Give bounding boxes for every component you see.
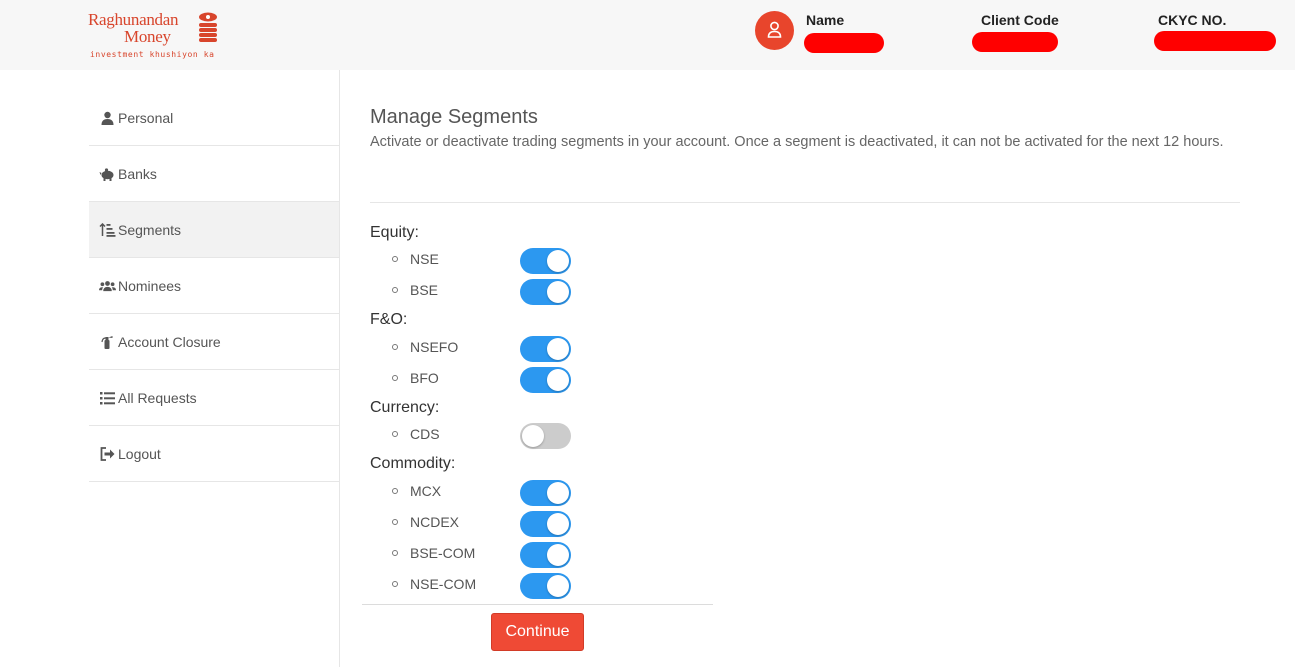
segment-toggle-nse-com[interactable] bbox=[520, 573, 571, 599]
toggle-knob bbox=[547, 338, 569, 360]
segment-label: NSEFO bbox=[410, 339, 459, 355]
group-label-fno: F&O: bbox=[370, 311, 408, 328]
user-icon bbox=[101, 111, 114, 125]
form-footer-divider bbox=[362, 604, 713, 605]
segment-label: CDS bbox=[410, 426, 440, 442]
fire-extinguisher-icon bbox=[101, 335, 113, 349]
sidebar-nav: Personal Banks Segments Nominees Account… bbox=[89, 90, 339, 482]
segment-toggle-ncdex[interactable] bbox=[520, 511, 571, 537]
segment-row-nse-com: NSE-COM bbox=[392, 573, 592, 599]
name-label: Name bbox=[806, 12, 845, 28]
segment-row-bfo: BFO bbox=[392, 367, 592, 393]
segment-toggle-nse[interactable] bbox=[520, 248, 571, 274]
bullet bbox=[392, 519, 398, 525]
segment-toggle-bfo[interactable] bbox=[520, 367, 571, 393]
client-code-label: Client Code bbox=[981, 12, 1059, 28]
name-value-redacted bbox=[804, 33, 884, 53]
bullet bbox=[392, 488, 398, 494]
user-avatar[interactable] bbox=[755, 11, 794, 50]
sidebar-item-banks[interactable]: Banks bbox=[89, 146, 339, 202]
toggle-knob bbox=[522, 425, 544, 447]
user-icon bbox=[767, 21, 782, 38]
sidebar-item-segments[interactable]: Segments bbox=[89, 202, 339, 258]
sidebar-divider bbox=[339, 70, 340, 667]
sidebar-item-account-closure[interactable]: Account Closure bbox=[89, 314, 339, 370]
segment-row-bse: BSE bbox=[392, 279, 592, 305]
sidebar-item-logout[interactable]: Logout bbox=[89, 426, 339, 482]
segment-label: BFO bbox=[410, 370, 439, 386]
sidebar-item-nominees[interactable]: Nominees bbox=[89, 258, 339, 314]
brand-logo[interactable]: Raghunandan Money investment khushiyon k… bbox=[88, 10, 228, 62]
segment-label: BSE bbox=[410, 282, 439, 298]
bullet bbox=[392, 431, 398, 437]
segment-label: MCX bbox=[410, 483, 442, 499]
toggle-knob bbox=[547, 575, 569, 597]
segment-toggle-cds[interactable] bbox=[520, 423, 571, 449]
segment-toggle-bse[interactable] bbox=[520, 279, 571, 305]
segment-toggle-nsefo[interactable] bbox=[520, 336, 571, 362]
sidebar-item-label: Account Closure bbox=[118, 333, 221, 350]
users-icon bbox=[99, 280, 116, 291]
segment-toggle-bse-com[interactable] bbox=[520, 542, 571, 568]
toggle-knob bbox=[547, 482, 569, 504]
continue-button[interactable]: Continue bbox=[491, 613, 584, 651]
segment-row-nse: NSE bbox=[392, 248, 592, 274]
toggle-knob bbox=[547, 513, 569, 535]
segment-label: NSE-COM bbox=[410, 576, 477, 592]
segment-row-cds: CDS bbox=[392, 423, 592, 449]
ckyc-label: CKYC NO. bbox=[1158, 12, 1227, 28]
segment-label: BSE-COM bbox=[410, 545, 476, 561]
ckyc-value-redacted bbox=[1154, 31, 1276, 51]
segment-row-mcx: MCX bbox=[392, 480, 592, 506]
bullet bbox=[392, 256, 398, 262]
sidebar-item-personal[interactable]: Personal bbox=[89, 90, 339, 146]
sign-out-icon bbox=[100, 446, 115, 461]
toggle-knob bbox=[547, 281, 569, 303]
page-title: Manage Segments bbox=[370, 106, 538, 128]
toggle-knob bbox=[547, 369, 569, 391]
logo-tagline: investment khushiyon ka bbox=[90, 50, 215, 59]
logo-text-line2: Money bbox=[124, 27, 171, 46]
sidebar-item-label: All Requests bbox=[118, 389, 197, 406]
sidebar-item-label: Segments bbox=[118, 221, 182, 238]
segment-row-nsefo: NSEFO bbox=[392, 336, 592, 362]
segment-row-bse-com: BSE-COM bbox=[392, 542, 592, 568]
bullet bbox=[392, 581, 398, 587]
client-code-value-redacted bbox=[972, 32, 1058, 52]
bullet bbox=[392, 550, 398, 556]
sort-amount-icon bbox=[99, 222, 116, 237]
toggle-knob bbox=[547, 544, 569, 566]
top-header: Raghunandan Money investment khushiyon k… bbox=[0, 0, 1295, 70]
sidebar-item-label: Nominees bbox=[118, 277, 182, 294]
group-label-equity: Equity: bbox=[370, 224, 419, 241]
segment-toggle-mcx[interactable] bbox=[520, 480, 571, 506]
bullet bbox=[392, 344, 398, 350]
coins-icon bbox=[199, 12, 217, 42]
segment-label: NCDEX bbox=[410, 514, 460, 530]
sidebar-item-label: Banks bbox=[118, 165, 157, 182]
group-label-commodity: Commodity: bbox=[370, 455, 456, 472]
bullet bbox=[392, 287, 398, 293]
piggy-bank-icon bbox=[99, 167, 114, 181]
toggle-knob bbox=[547, 250, 569, 272]
bullet bbox=[392, 375, 398, 381]
sidebar-item-label: Personal bbox=[118, 109, 174, 126]
list-icon bbox=[100, 391, 115, 404]
sidebar-item-label: Logout bbox=[118, 445, 161, 462]
section-divider bbox=[370, 202, 1240, 203]
segment-label: NSE bbox=[410, 251, 439, 267]
page-description: Activate or deactivate trading segments … bbox=[370, 134, 1224, 150]
sidebar-item-all-requests[interactable]: All Requests bbox=[89, 370, 339, 426]
segment-row-ncdex: NCDEX bbox=[392, 511, 592, 537]
group-label-currency: Currency: bbox=[370, 399, 440, 416]
